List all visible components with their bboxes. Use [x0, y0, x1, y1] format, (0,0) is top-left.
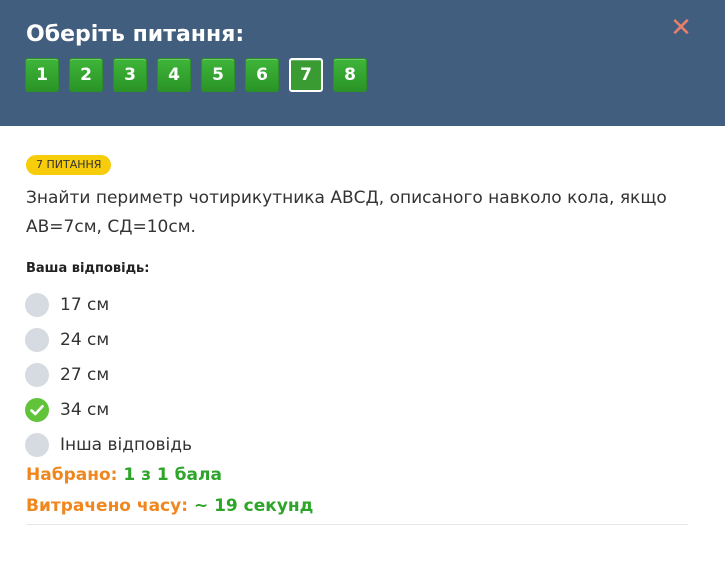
question-button-3[interactable]: 3	[113, 58, 147, 92]
time-value: ~ 19 секунд	[193, 496, 314, 516]
answer-option-label: Інша відповідь	[60, 434, 193, 455]
divider	[26, 524, 688, 525]
question-button-5[interactable]: 5	[201, 58, 235, 92]
answer-option-label: 24 см	[60, 329, 110, 350]
answer-label: Ваша відповідь:	[26, 261, 150, 276]
radio-unchecked-icon[interactable]	[25, 327, 49, 352]
answer-option-label: 27 см	[60, 364, 110, 385]
question-button-2[interactable]: 2	[69, 58, 103, 92]
score-label: Набрано:	[26, 465, 118, 485]
question-button-8[interactable]: 8	[333, 58, 367, 92]
question-button-1[interactable]: 1	[25, 58, 59, 92]
time-summary: Витрачено часу: ~ 19 секунд	[26, 496, 313, 516]
question-button-7[interactable]: 7	[289, 58, 323, 92]
check-icon[interactable]	[25, 397, 49, 422]
answer-option-2[interactable]: 24 см	[25, 322, 625, 357]
answer-options: 17 см 24 см 27 см 34 см Інша відповідь	[25, 287, 625, 462]
close-icon[interactable]: ✕	[667, 14, 695, 42]
header-title: Оберіть питання:	[26, 22, 245, 47]
checkmark-icon	[30, 404, 44, 415]
radio-unchecked-icon[interactable]	[25, 292, 49, 317]
question-number-badge: 7 питання	[26, 155, 112, 175]
answer-option-4[interactable]: 34 см	[25, 392, 625, 427]
question-text: Знайти периметр чотирикутника АВСД, опис…	[26, 188, 667, 237]
answer-option-label: 34 см	[60, 399, 110, 420]
question-button-4[interactable]: 4	[157, 58, 191, 92]
answer-option-5[interactable]: Інша відповідь	[25, 427, 625, 462]
question-header: Оберіть питання: ✕ 1 2 3 4 5 6 7 8	[0, 0, 725, 126]
radio-unchecked-icon[interactable]	[25, 432, 49, 457]
question-button-6[interactable]: 6	[245, 58, 279, 92]
score-value: 1 з 1 бала	[123, 465, 222, 485]
radio-unchecked-icon[interactable]	[25, 362, 49, 387]
question-nav: 1 2 3 4 5 6 7 8	[25, 58, 367, 92]
score-summary: Набрано: 1 з 1 бала	[26, 465, 222, 485]
time-label: Витрачено часу:	[26, 496, 189, 516]
answer-option-1[interactable]: 17 см	[25, 287, 625, 322]
answer-option-3[interactable]: 27 см	[25, 357, 625, 392]
answer-option-label: 17 см	[60, 294, 110, 315]
